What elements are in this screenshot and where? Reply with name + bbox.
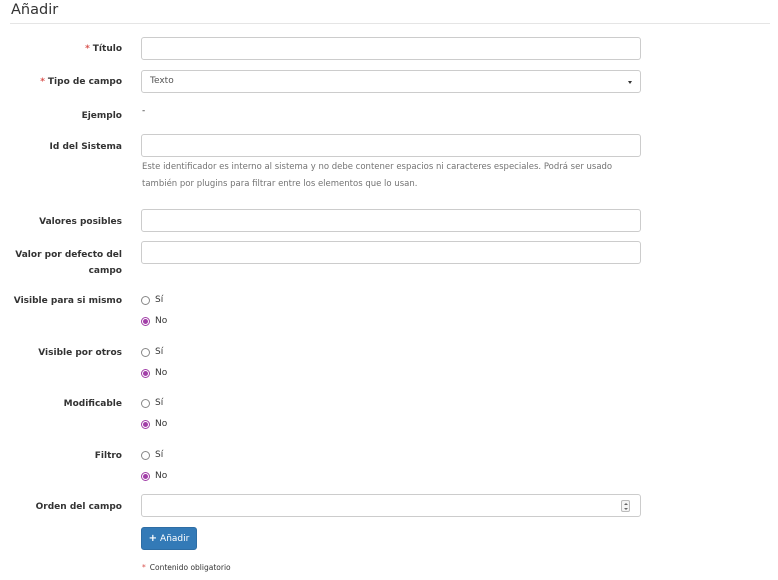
filtro-no[interactable]: No xyxy=(141,469,167,483)
tipo-campo-select[interactable]: Texto xyxy=(141,70,641,93)
valores-posibles-input[interactable] xyxy=(141,209,641,232)
tipo-campo-selected: Texto xyxy=(150,76,174,86)
radio-unchecked-icon[interactable] xyxy=(141,347,150,357)
titulo-label: * Título xyxy=(85,44,122,54)
radio-checked-icon[interactable] xyxy=(141,471,150,481)
visible-otros-label: Visible por otros xyxy=(38,348,122,358)
title-divider xyxy=(10,23,770,24)
number-spinner-icon[interactable] xyxy=(621,500,630,512)
id-sistema-label: Id del Sistema xyxy=(49,142,122,152)
modificable-no[interactable]: No xyxy=(141,417,167,431)
radio-unchecked-icon[interactable] xyxy=(141,295,150,305)
filtro-label: Filtro xyxy=(94,451,122,461)
radio-checked-icon[interactable] xyxy=(141,419,150,429)
visible-si-mismo-yes[interactable]: Sí xyxy=(141,293,163,307)
page-title: Añadir xyxy=(11,2,59,18)
valor-defecto-label: Valor por defecto del campo xyxy=(15,250,122,276)
titulo-input[interactable] xyxy=(141,37,641,60)
radio-checked-icon[interactable] xyxy=(141,316,150,326)
id-sistema-help: Este identificador es interno al sistema… xyxy=(142,162,613,189)
tipo-campo-label: * Tipo de campo xyxy=(40,77,122,87)
required-mark: * xyxy=(85,44,90,54)
valores-posibles-label: Valores posibles xyxy=(39,217,122,227)
modificable-label: Modificable xyxy=(63,399,122,409)
required-mark: * xyxy=(40,77,45,87)
orden-number-input[interactable] xyxy=(141,494,641,517)
add-button[interactable]: + Añadir xyxy=(141,527,197,550)
caret-down-icon xyxy=(628,81,632,84)
visible-otros-no[interactable]: No xyxy=(141,366,167,380)
required-footnote: * Contenido obligatorio xyxy=(142,563,231,572)
radio-unchecked-icon[interactable] xyxy=(141,398,150,408)
filtro-yes[interactable]: Sí xyxy=(141,448,163,462)
visible-si-mismo-no[interactable]: No xyxy=(141,314,167,328)
orden-label: Orden del campo xyxy=(35,502,122,512)
required-mark: * xyxy=(142,563,146,572)
visible-si-mismo-label: Visible para si mismo xyxy=(13,296,122,306)
modificable-yes[interactable]: Sí xyxy=(141,396,163,410)
ejemplo-value: - xyxy=(142,106,146,116)
visible-otros-yes[interactable]: Sí xyxy=(141,345,163,359)
radio-unchecked-icon[interactable] xyxy=(141,450,150,460)
valor-defecto-input[interactable] xyxy=(141,241,641,264)
plus-icon: + xyxy=(148,533,158,544)
ejemplo-label: Ejemplo xyxy=(81,111,122,121)
id-sistema-input[interactable] xyxy=(141,134,641,157)
radio-checked-icon[interactable] xyxy=(141,368,150,378)
